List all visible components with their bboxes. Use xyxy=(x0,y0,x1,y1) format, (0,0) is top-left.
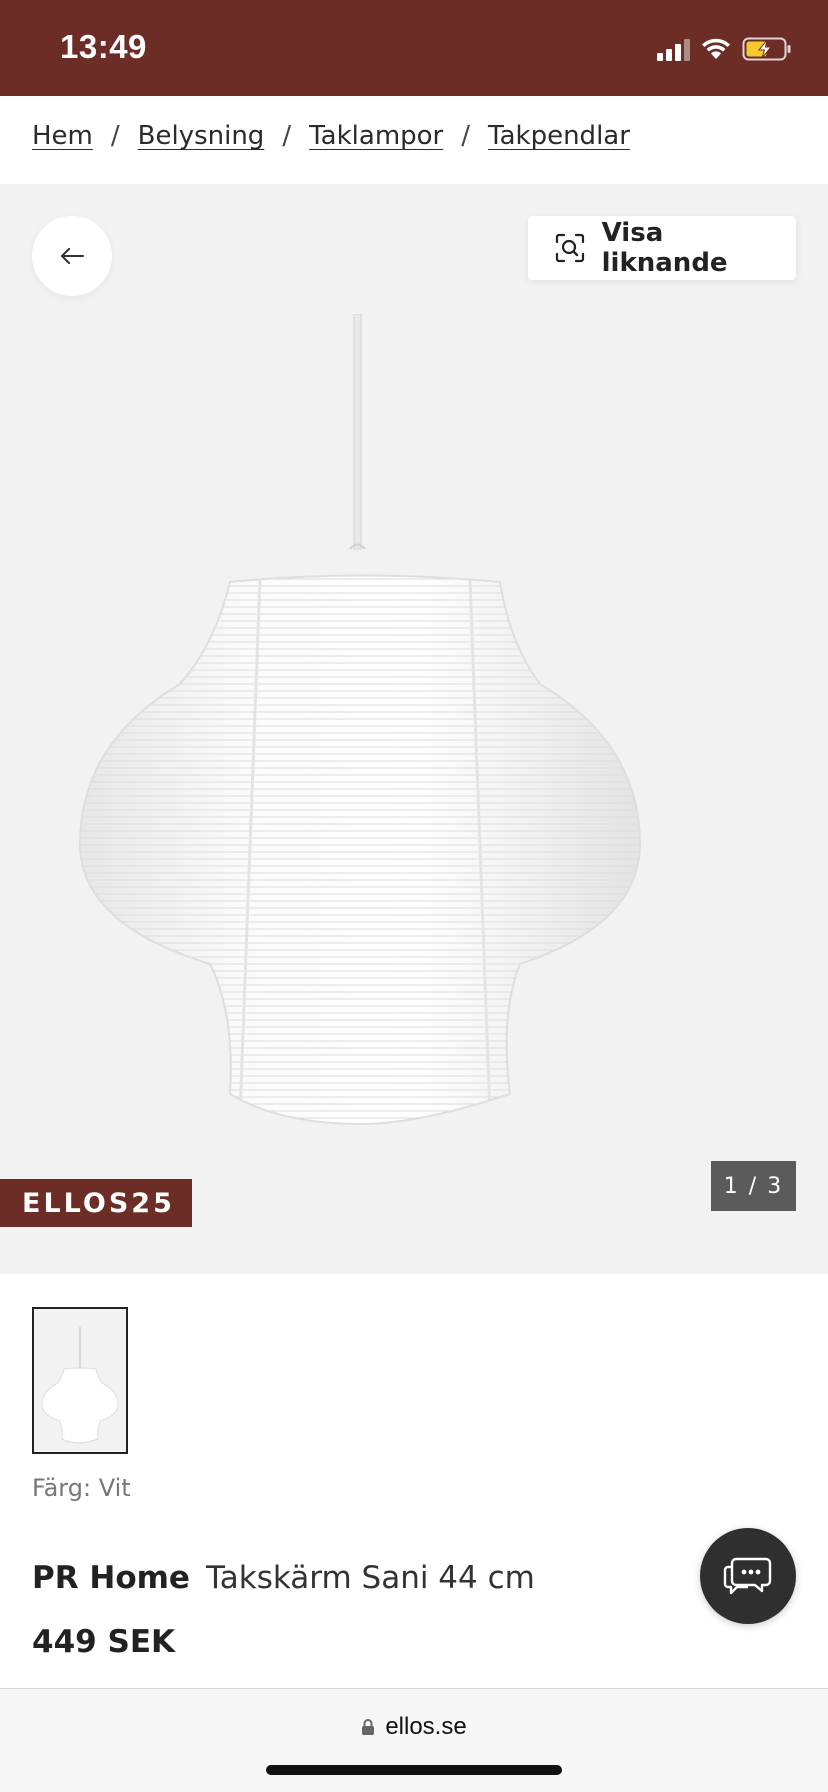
breadcrumb-link-taklampor[interactable]: Taklampor xyxy=(309,121,443,151)
lock-icon xyxy=(362,1719,375,1735)
product-brand[interactable]: PR Home xyxy=(32,1560,190,1596)
browser-url[interactable]: ellos.se xyxy=(385,1713,466,1741)
visa-liknande-label: Visa liknande xyxy=(601,218,728,278)
promo-code-badge: ELLOS25 xyxy=(0,1179,192,1227)
breadcrumb-separator: / xyxy=(461,121,471,151)
breadcrumb-separator: / xyxy=(282,121,292,151)
signal-icon xyxy=(657,37,690,61)
wifi-icon xyxy=(702,38,730,59)
arrow-left-icon xyxy=(61,248,84,264)
breadcrumb-separator: / xyxy=(110,121,120,151)
chat-bubbles-icon xyxy=(723,1557,772,1595)
home-indicator xyxy=(266,1765,562,1775)
product-color: Färg: Vit xyxy=(32,1474,131,1502)
product-thumbnail[interactable] xyxy=(32,1307,128,1454)
product-price: 449 SEK xyxy=(32,1624,176,1660)
breadcrumb: Hem / Belysning / Taklampor / Takpendlar xyxy=(32,116,630,156)
visual-search-icon xyxy=(554,232,586,264)
breadcrumb-link-hem[interactable]: Hem xyxy=(32,121,93,151)
url-row[interactable]: ellos.se xyxy=(0,1713,828,1741)
product-title: PR Home Takskärm Sani 44 cm xyxy=(32,1560,535,1596)
breadcrumb-link-takpendlar[interactable]: Takpendlar xyxy=(488,121,630,151)
product-name: Takskärm Sani 44 cm xyxy=(205,1560,535,1596)
back-button[interactable] xyxy=(32,216,112,296)
status-bar: 13:49 xyxy=(0,0,828,96)
status-icons xyxy=(657,34,792,64)
visa-liknande-button[interactable]: Visa liknande xyxy=(528,216,796,280)
chat-button[interactable] xyxy=(700,1528,796,1624)
browser-address-bar[interactable]: ellos.se xyxy=(0,1688,828,1792)
lamp-shade-image xyxy=(78,314,642,1126)
image-counter: 1 / 3 xyxy=(711,1161,796,1211)
status-time: 13:49 xyxy=(60,28,147,65)
battery-charging-icon xyxy=(742,37,791,61)
product-image-gallery[interactable]: Visa liknande ELLOS25 1 / 3 xyxy=(0,184,828,1274)
lamp-thumbnail-image xyxy=(34,1309,126,1452)
breadcrumb-link-belysning[interactable]: Belysning xyxy=(138,121,265,151)
